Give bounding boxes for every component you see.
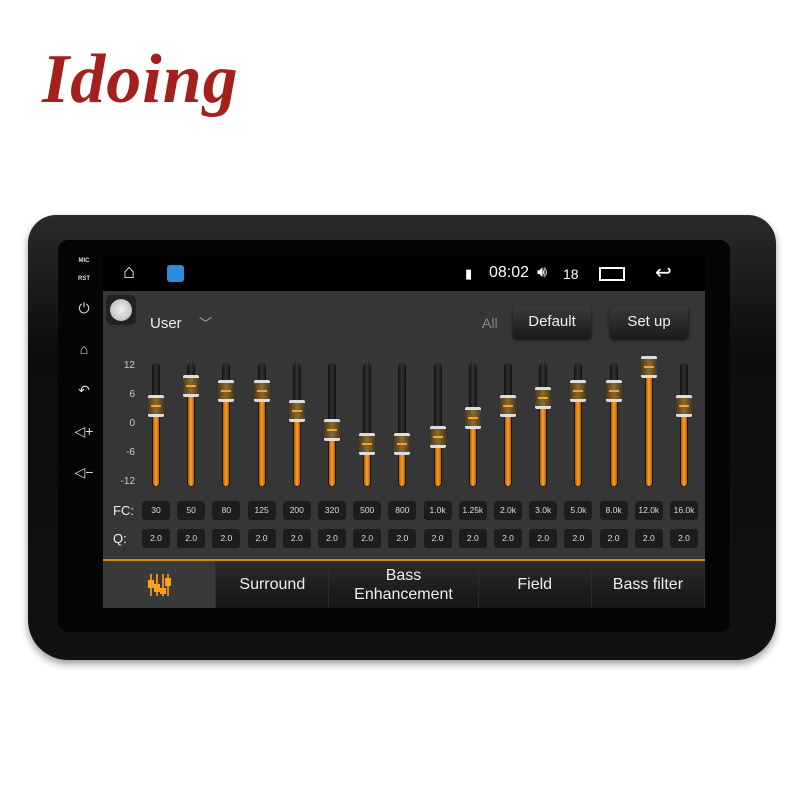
- slider-fill: [540, 398, 547, 486]
- slider-fill: [153, 405, 159, 486]
- q-value[interactable]: 2.0: [318, 529, 346, 548]
- q-value[interactable]: 2.0: [282, 529, 311, 548]
- tab-bar: Surround Bass Enhancement Field Bass fil…: [103, 559, 705, 608]
- fc-value[interactable]: 320: [318, 501, 346, 520]
- slider-fill: [681, 405, 687, 486]
- slider-fill: [258, 391, 265, 486]
- knob-icon[interactable]: [106, 295, 136, 325]
- q-label: Q:: [113, 531, 127, 546]
- setup-button[interactable]: Set up: [610, 306, 688, 338]
- slider-fill: [610, 391, 617, 486]
- q-value[interactable]: 2.0: [599, 529, 628, 548]
- fc-value[interactable]: 50: [177, 501, 206, 520]
- slider-thumb[interactable]: [640, 356, 657, 378]
- power-icon[interactable]: ⏻: [68, 288, 100, 329]
- slider-thumb[interactable]: [676, 394, 692, 417]
- q-value[interactable]: 2.0: [353, 529, 382, 548]
- fc-value[interactable]: 30: [142, 501, 170, 520]
- slider-thumb[interactable]: [253, 380, 270, 403]
- mic-label: MIC: [78, 258, 90, 264]
- slider-thumb[interactable]: [429, 426, 446, 449]
- q-value[interactable]: 2.0: [670, 529, 698, 548]
- back-icon[interactable]: ↩: [655, 260, 672, 285]
- home-icon[interactable]: ⌂: [123, 261, 135, 284]
- y-tick: 12: [123, 360, 135, 371]
- slider-thumb[interactable]: [464, 406, 481, 429]
- q-value[interactable]: 2.0: [494, 529, 522, 548]
- sim-icon: ▮: [465, 266, 473, 281]
- tab-surround[interactable]: Surround: [216, 561, 330, 608]
- q-value[interactable]: 2.0: [423, 529, 452, 548]
- volume-down-icon[interactable]: ◁−: [68, 452, 100, 493]
- q-value[interactable]: 2.0: [388, 529, 417, 548]
- fc-value[interactable]: 2.0k: [494, 501, 522, 520]
- fc-value[interactable]: 16.0k: [670, 501, 698, 520]
- slider-thumb[interactable]: [500, 394, 516, 417]
- status-bar: ⌂ ▮ 08:02 🔊︎ 18 ↩: [103, 255, 705, 291]
- slider-fill: [505, 405, 511, 486]
- clock: 08:02: [489, 264, 530, 281]
- fc-value[interactable]: 1.25k: [458, 501, 487, 520]
- y-tick: -12: [120, 476, 135, 487]
- chevron-down-icon[interactable]: ﹀: [199, 313, 212, 332]
- slider-thumb[interactable]: [359, 433, 376, 456]
- slider-thumb[interactable]: [394, 433, 411, 456]
- back-icon[interactable]: ↶: [68, 370, 100, 411]
- slider-fill: [293, 410, 300, 486]
- fc-value[interactable]: 200: [282, 501, 311, 520]
- slider-fill: [188, 386, 195, 486]
- fc-value[interactable]: 3.0k: [529, 501, 558, 520]
- slider-thumb[interactable]: [183, 375, 200, 398]
- slider-fill: [223, 391, 230, 486]
- q-value[interactable]: 2.0: [529, 529, 558, 548]
- y-tick: -6: [126, 447, 135, 458]
- eq-toolbar: User ﹀ All Default Set up: [103, 291, 705, 351]
- fc-value[interactable]: 1.0k: [423, 501, 452, 520]
- fc-value[interactable]: 125: [247, 501, 276, 520]
- preset-select[interactable]: User: [150, 315, 182, 332]
- q-value[interactable]: 2.0: [177, 529, 206, 548]
- slider-thumb[interactable]: [605, 380, 622, 403]
- home-icon[interactable]: ⌂: [68, 329, 100, 370]
- slider-thumb[interactable]: [324, 418, 340, 441]
- slider-thumb[interactable]: [535, 387, 552, 410]
- fc-label: FC:: [113, 503, 134, 518]
- equalizer-icon: [148, 573, 172, 596]
- slider-thumb[interactable]: [288, 399, 305, 422]
- all-toggle[interactable]: All: [482, 315, 498, 331]
- q-value[interactable]: 2.0: [458, 529, 487, 548]
- slider-fill: [645, 367, 652, 486]
- recents-icon[interactable]: [599, 267, 625, 281]
- slider-thumb[interactable]: [218, 380, 235, 403]
- q-value[interactable]: 2.0: [142, 529, 170, 548]
- fc-value[interactable]: 80: [212, 501, 241, 520]
- fc-value[interactable]: 5.0k: [564, 501, 593, 520]
- default-button[interactable]: Default: [513, 306, 591, 338]
- slider-thumb[interactable]: [570, 380, 587, 403]
- fc-value[interactable]: 12.0k: [634, 501, 663, 520]
- tab-equalizer[interactable]: [103, 561, 217, 608]
- equalizer-app-icon[interactable]: [167, 265, 184, 282]
- slider-thumb[interactable]: [148, 394, 164, 417]
- fc-value[interactable]: 8.0k: [599, 501, 628, 520]
- tab-field[interactable]: Field: [478, 561, 592, 608]
- slider-fill: [575, 391, 582, 486]
- fc-value[interactable]: 500: [353, 501, 382, 520]
- q-value[interactable]: 2.0: [564, 529, 593, 548]
- q-value[interactable]: 2.0: [247, 529, 276, 548]
- q-value[interactable]: 2.0: [634, 529, 663, 548]
- y-tick: 0: [129, 418, 135, 429]
- volume-level: 18: [563, 266, 579, 282]
- rst-button[interactable]: RST: [68, 270, 100, 288]
- tab-bass-filter[interactable]: Bass filter: [591, 561, 705, 608]
- screen: ⌂ ▮ 08:02 🔊︎ 18 ↩ User ﹀ All Default Set…: [103, 255, 705, 608]
- y-tick: 6: [129, 389, 135, 400]
- side-panel: MIC RST ⏻ ⌂ ↶ ◁+ ◁−: [68, 252, 100, 493]
- q-value[interactable]: 2.0: [212, 529, 241, 548]
- fc-value[interactable]: 800: [388, 501, 417, 520]
- volume-icon[interactable]: 🔊︎: [537, 264, 547, 282]
- volume-up-icon[interactable]: ◁+: [68, 411, 100, 452]
- brand-logo: Idoing: [42, 41, 239, 118]
- tab-bass-enhancement[interactable]: Bass Enhancement: [329, 561, 479, 608]
